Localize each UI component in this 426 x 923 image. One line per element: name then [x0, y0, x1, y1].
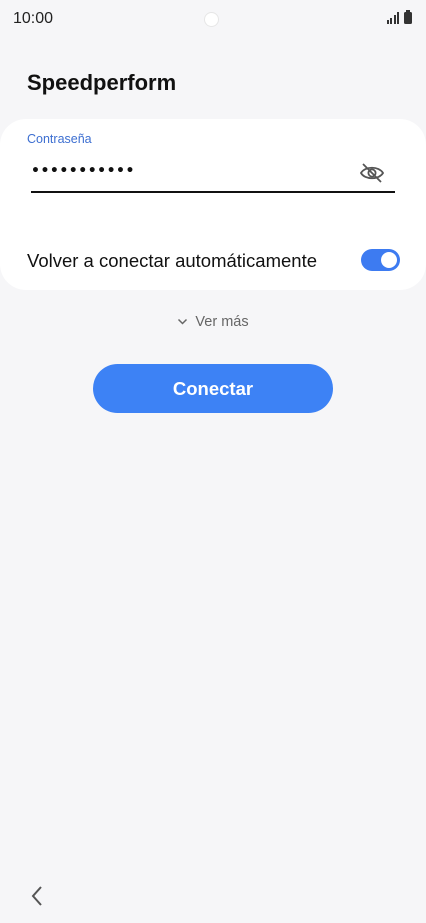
- eye-off-icon[interactable]: [358, 161, 386, 185]
- password-field[interactable]: •••••••••••: [31, 163, 135, 179]
- ver-mas-label: Ver más: [195, 314, 249, 330]
- page-title: Speedperform: [27, 70, 177, 95]
- chevron-down-icon: [177, 314, 188, 330]
- status-time: 10:00: [13, 10, 54, 27]
- password-underline: [31, 191, 395, 193]
- connect-button[interactable]: Conectar: [93, 364, 333, 413]
- status-bar: 10:00: [0, 0, 426, 40]
- settings-card: Contraseña ••••••••••• Volver a conectar…: [0, 119, 426, 290]
- battery-icon: [404, 10, 412, 24]
- ver-mas-button[interactable]: Ver más: [0, 314, 426, 330]
- reconnect-toggle[interactable]: [361, 249, 400, 271]
- front-camera: [205, 13, 218, 26]
- signal-icon: [386, 12, 399, 24]
- toggle-knob: [381, 252, 397, 268]
- status-icons: [386, 10, 412, 24]
- chevron-left-icon[interactable]: [24, 882, 52, 910]
- reconnect-label: Volver a conectar automáticamente: [27, 250, 317, 271]
- password-label: Contraseña: [27, 132, 92, 146]
